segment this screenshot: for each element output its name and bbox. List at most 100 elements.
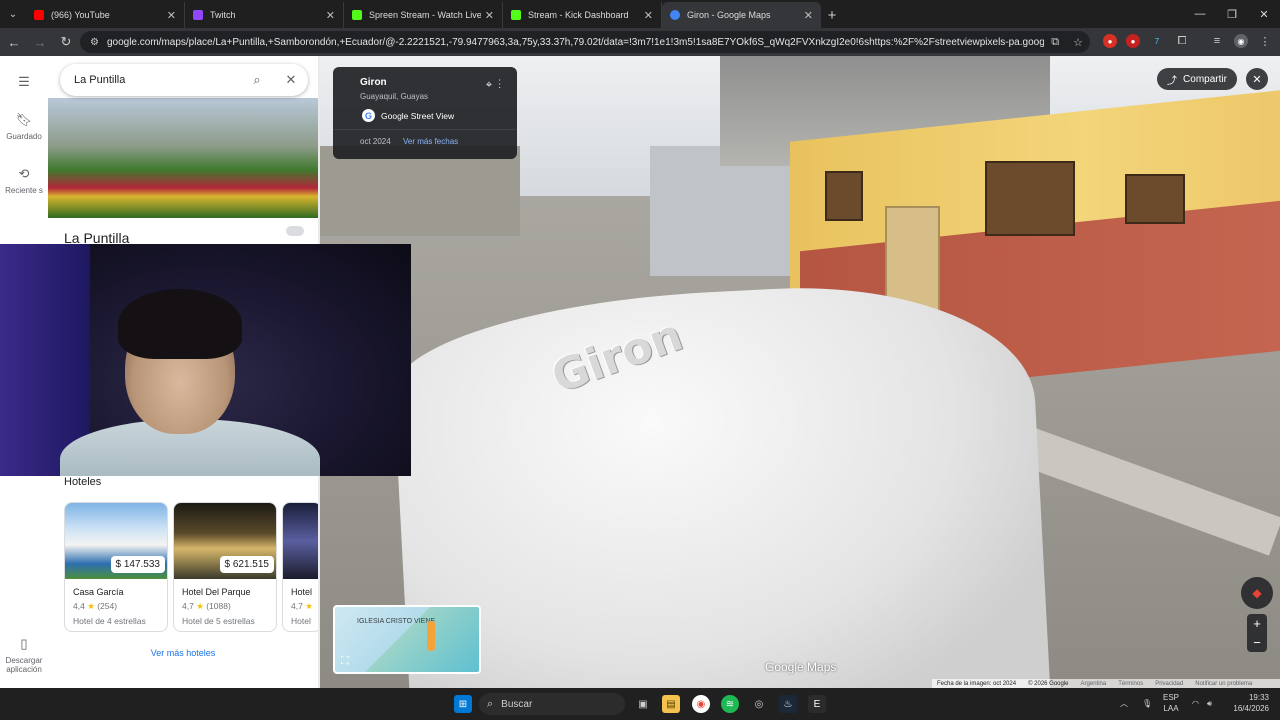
saved-button[interactable]: 🔖︎ Guardado (0, 112, 48, 141)
recent-label: Reciente s (5, 186, 43, 195)
tab-kick-stream[interactable]: Spreen Stream - Watch Live on ✕ (344, 2, 503, 28)
youtube-icon (34, 10, 44, 20)
steam-icon[interactable]: ♨ (779, 695, 797, 713)
wifi-icon[interactable]: ◠ (1192, 698, 1199, 709)
file-explorer-icon[interactable]: ▤ (662, 695, 680, 713)
epic-games-icon[interactable]: E (808, 695, 826, 713)
obs-icon[interactable]: ◎ (750, 695, 768, 713)
star-icon: ★ (87, 601, 95, 611)
back-icon[interactable]: ← (2, 30, 26, 54)
star-icon: ★ (305, 601, 313, 611)
place-subtitle: Guayaquil, Guayas (360, 92, 429, 101)
close-tab-icon[interactable]: ✕ (326, 9, 335, 22)
reload-icon[interactable]: ↻ (54, 30, 78, 54)
kick-icon (352, 10, 362, 20)
forward-icon[interactable]: → (28, 30, 52, 54)
hotel-name: Hotel (291, 587, 313, 597)
report-problem-link[interactable]: Notificar un problema (1195, 681, 1252, 687)
kick-icon (511, 10, 521, 20)
history-icon: ⟲ (18, 166, 30, 181)
close-tab-icon[interactable]: ✕ (804, 9, 813, 22)
install-app-icon[interactable]: ⧉ (1051, 36, 1059, 49)
extension-icon[interactable]: ● (1103, 34, 1117, 48)
menu-button[interactable]: ☰ (0, 74, 48, 94)
place-hero-photo[interactable] (48, 98, 318, 218)
tab-youtube[interactable]: (966) YouTube ✕ (26, 2, 185, 28)
browser-menu-icon[interactable]: ⋮ (1258, 34, 1272, 48)
chrome-icon[interactable]: ◉ (692, 695, 710, 713)
hotel-rating: 4,7 ★ (1088) (182, 601, 231, 611)
recent-button[interactable]: ⟲ Reciente s (0, 166, 48, 195)
country-link[interactable]: Argentina (1081, 681, 1107, 687)
hotel-price: $ 621.515 (219, 556, 274, 573)
hotel-card[interactable]: $ 147.533 Casa García 4,4 ★ (254) Hotel … (64, 502, 168, 632)
window-controls: — ❐ ✕ (1184, 0, 1280, 28)
tab-google-maps[interactable]: Giron - Google Maps ✕ (662, 2, 821, 28)
url-text[interactable]: google.com/maps/place/La+Puntilla,+Sambo… (107, 37, 1044, 48)
zoom-control: + − (1247, 614, 1267, 652)
search-input[interactable]: La Puntilla (74, 74, 240, 86)
tab-search-icon[interactable]: ⌄ (0, 0, 26, 28)
google-logo-icon: G (362, 109, 375, 122)
zoom-out-button[interactable]: − (1247, 633, 1267, 652)
share-icon: ⤴ (1167, 75, 1178, 87)
new-tab-button[interactable]: + (821, 2, 843, 28)
extension-icon[interactable]: 7 (1150, 34, 1164, 48)
close-tab-icon[interactable]: ✕ (485, 9, 494, 22)
weather-icon (286, 226, 304, 236)
input-language[interactable]: ESP LAA (1163, 692, 1179, 714)
spotify-icon[interactable]: ≋ (721, 695, 739, 713)
start-button[interactable]: ⊞ (454, 695, 472, 713)
show-hidden-icons[interactable]: ︿ (1120, 698, 1128, 709)
more-dates-link[interactable]: Ver más fechas (403, 137, 458, 146)
compass-icon[interactable]: ◆ (1241, 577, 1273, 609)
extensions-puzzle-icon[interactable]: ⧠ (1175, 34, 1189, 48)
more-hotels-link[interactable]: Ver más hoteles (48, 648, 318, 658)
search-icon[interactable]: ⌕ (240, 72, 274, 88)
capture-date: oct 2024 (360, 137, 391, 146)
close-tab-icon[interactable]: ✕ (167, 9, 176, 22)
saved-label: Guardado (6, 132, 42, 141)
hotel-class: Hotel (291, 616, 311, 626)
profile-avatar[interactable]: ◉ (1234, 34, 1248, 48)
hotel-photo: $ 147.533 (65, 503, 167, 579)
clear-search-icon[interactable]: ✕ (274, 72, 308, 88)
expand-map-icon[interactable]: ⛶ (341, 655, 349, 668)
clock[interactable]: 19:33 16/4/2026 (1225, 692, 1269, 714)
tab-twitch[interactable]: Twitch ✕ (185, 2, 344, 28)
tab-title: Stream - Kick Dashboard (528, 10, 629, 20)
minimize-icon[interactable]: — (1184, 0, 1216, 28)
terms-link[interactable]: Términos (1118, 681, 1143, 687)
hotel-card[interactable]: Hotel 4,7 ★ Hotel (282, 502, 318, 632)
hamburger-menu-icon: ☰ (18, 74, 30, 89)
privacy-link[interactable]: Privacidad (1155, 681, 1183, 687)
close-street-view-button[interactable]: ✕ (1246, 68, 1268, 90)
close-tab-icon[interactable]: ✕ (644, 9, 653, 22)
bookmark-star-icon[interactable]: ☆ (1073, 36, 1083, 49)
task-view-icon[interactable]: ▣ (634, 695, 652, 713)
tab-kick-dashboard[interactable]: Stream - Kick Dashboard ✕ (503, 2, 662, 28)
restore-icon[interactable]: ❐ (1216, 0, 1248, 28)
address-bar[interactable]: ⚙ google.com/maps/place/La+Puntilla,+Sam… (80, 31, 1090, 53)
download-app-button[interactable]: ▯ Descargar aplicación (0, 636, 48, 674)
mini-map[interactable]: IGLESIA CRISTO VIENE ⛶ (333, 605, 481, 674)
more-options-icon[interactable]: ⋮ (498, 79, 501, 91)
tab-title: Twitch (210, 10, 236, 20)
hotel-card[interactable]: $ 621.515 Hotel Del Parque 4,7 ★ (1088) … (173, 502, 277, 632)
volume-icon[interactable]: 🔊︎ (1207, 698, 1212, 709)
close-window-icon[interactable]: ✕ (1248, 0, 1280, 28)
extension-icon[interactable]: ● (1126, 34, 1140, 48)
maps-icon (670, 10, 680, 20)
site-info-icon[interactable]: ⚙ (90, 37, 99, 48)
zoom-in-button[interactable]: + (1247, 614, 1267, 633)
browser-toolbar: ← → ↻ ⚙ google.com/maps/place/La+Puntill… (0, 28, 1280, 56)
search-box[interactable]: La Puntilla ⌕ ✕ (60, 64, 308, 96)
hotel-rating: 4,4 ★ (254) (73, 601, 118, 611)
media-controls-icon[interactable]: ≡ (1210, 34, 1224, 48)
location-pin-icon[interactable]: ⌖ (486, 79, 492, 91)
microphone-icon[interactable]: 🎙︎ (1142, 698, 1152, 709)
hotel-photo (283, 503, 318, 579)
taskbar-search[interactable]: ⌕ Buscar (479, 693, 625, 715)
share-button[interactable]: ⤴ Compartir (1157, 68, 1237, 90)
webcam-overlay (0, 244, 411, 476)
